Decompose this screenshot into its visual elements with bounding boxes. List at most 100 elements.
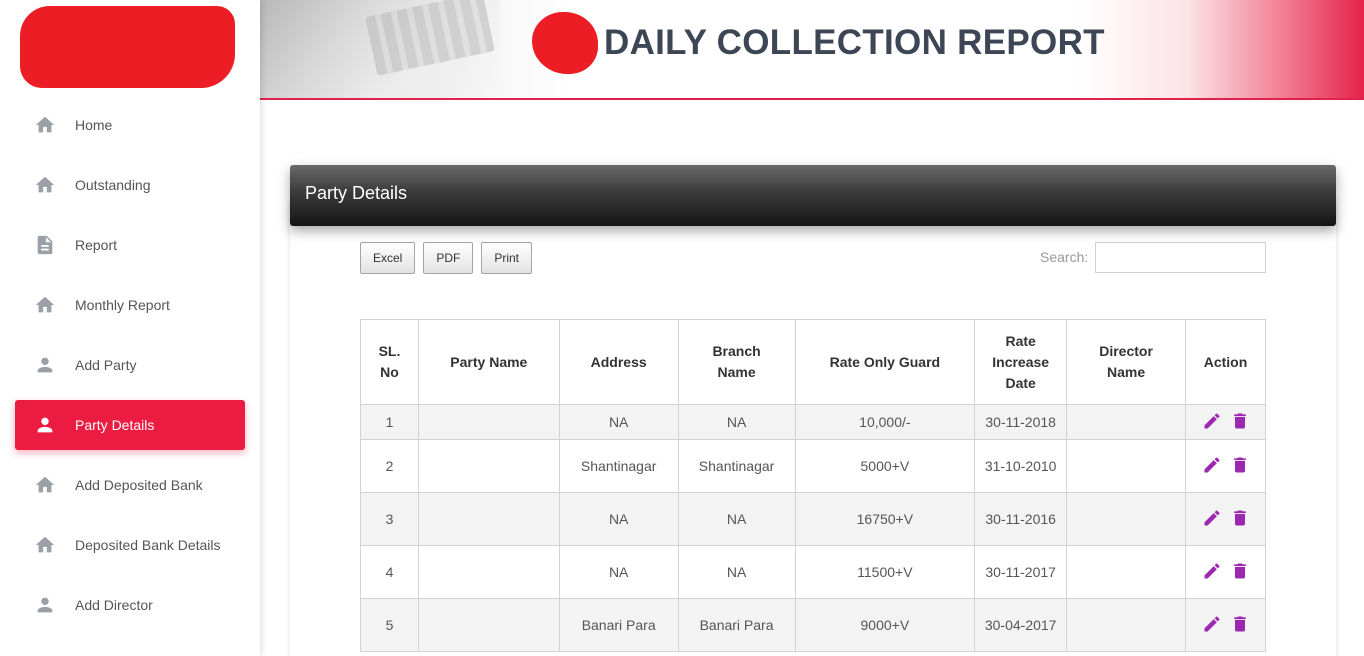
sidebar-item-label: Add Party	[75, 357, 137, 373]
sidebar-nav: Home Outstanding Report Monthly Report A…	[15, 100, 245, 640]
home-icon	[15, 534, 75, 556]
sidebar-item-label: Party Details	[75, 417, 155, 433]
edit-icon[interactable]	[1202, 455, 1222, 475]
column-header-action: Action	[1185, 319, 1266, 405]
cell-sl-no: 5	[360, 598, 419, 652]
delete-icon[interactable]	[1230, 614, 1250, 634]
export-toolbar: Excel PDF Print	[360, 242, 540, 274]
cell-director-name-redacted	[1066, 492, 1186, 546]
column-header-rate-only-guard[interactable]: Rate Only Guard	[794, 319, 976, 405]
cell-rate-only-guard: 5000+V	[794, 439, 976, 493]
column-header-director-name[interactable]: Director Name	[1066, 319, 1186, 405]
column-header-sl-no[interactable]: SL. No	[360, 319, 419, 405]
cell-address: Shantinagar	[558, 439, 679, 493]
page-title: DAILY COLLECTION REPORT	[604, 23, 1105, 62]
header-title-group: DAILY COLLECTION REPORT	[532, 12, 1105, 74]
print-button[interactable]: Print	[481, 242, 533, 274]
cell-party-name-redacted	[417, 439, 560, 493]
cell-branch-name: NA	[677, 404, 796, 440]
home-icon	[15, 474, 75, 496]
edit-icon[interactable]	[1202, 411, 1222, 431]
cell-rate-only-guard: 11500+V	[794, 545, 976, 599]
cell-sl-no: 3	[360, 492, 419, 546]
sidebar-item-label: Outstanding	[75, 177, 151, 193]
sidebar-item-report[interactable]: Report	[15, 220, 245, 270]
cell-address: NA	[558, 492, 679, 546]
cell-branch-name: Shantinagar	[677, 439, 796, 493]
delete-icon[interactable]	[1230, 411, 1250, 431]
cell-sl-no: 2	[360, 439, 419, 493]
document-icon	[15, 234, 75, 256]
cell-party-name-redacted	[417, 492, 560, 546]
cell-rate-increase-date: 31-10-2010	[974, 439, 1068, 493]
cell-director-name-redacted	[1066, 404, 1186, 440]
cell-rate-increase-date: 30-11-2016	[974, 492, 1068, 546]
table-row: 1 NA NA 10,000/- 30-11-2018	[360, 404, 1266, 440]
table-row: 3 NA NA 16750+V 30-11-2016	[360, 492, 1266, 546]
home-icon	[15, 174, 75, 196]
cell-rate-increase-date: 30-04-2017	[974, 598, 1068, 652]
cell-action	[1185, 404, 1266, 440]
sidebar-item-deposited-bank-details[interactable]: Deposited Bank Details	[15, 520, 245, 570]
column-header-address[interactable]: Address	[558, 319, 679, 405]
delete-icon[interactable]	[1230, 508, 1250, 528]
sidebar: Home Outstanding Report Monthly Report A…	[0, 0, 260, 656]
sidebar-item-monthly-report[interactable]: Monthly Report	[15, 280, 245, 330]
sidebar-item-label: Home	[75, 117, 113, 133]
party-table: SL. No Party Name Address Branch Name Rate…	[360, 319, 1266, 652]
person-icon	[15, 354, 75, 376]
cell-branch-name: NA	[677, 545, 796, 599]
title-logo	[532, 12, 598, 74]
cell-rate-only-guard: 9000+V	[794, 598, 976, 652]
header-banner: DAILY COLLECTION REPORT	[260, 0, 1364, 100]
column-header-rate-increase-date[interactable]: Rate Increase Date	[974, 319, 1068, 405]
sidebar-item-add-deposited-bank[interactable]: Add Deposited Bank	[15, 460, 245, 510]
cell-rate-increase-date: 30-11-2018	[974, 404, 1068, 440]
panel-title: Party Details	[305, 183, 408, 203]
person-icon	[15, 414, 75, 436]
pdf-button[interactable]: PDF	[423, 242, 474, 274]
cell-branch-name: Banari Para	[677, 598, 796, 652]
sidebar-item-outstanding[interactable]: Outstanding	[15, 160, 245, 210]
edit-icon[interactable]	[1202, 614, 1222, 634]
search-label: Search:	[1040, 249, 1089, 265]
sidebar-item-add-director[interactable]: Add Director	[15, 580, 245, 630]
cell-director-name-redacted	[1066, 598, 1186, 652]
cell-action	[1185, 598, 1266, 652]
search-input[interactable]	[1095, 242, 1266, 273]
edit-icon[interactable]	[1202, 508, 1222, 528]
excel-button[interactable]: Excel	[360, 242, 416, 274]
column-header-branch-name[interactable]: Branch Name	[677, 319, 796, 405]
delete-icon[interactable]	[1230, 561, 1250, 581]
cell-address: Banari Para	[558, 598, 679, 652]
sidebar-item-add-party[interactable]: Add Party	[15, 340, 245, 390]
cell-address: NA	[558, 545, 679, 599]
cell-rate-only-guard: 16750+V	[794, 492, 976, 546]
cell-branch-name: NA	[677, 492, 796, 546]
cell-director-name-redacted	[1066, 545, 1186, 599]
column-header-party-name[interactable]: Party Name	[417, 319, 560, 405]
panel-header: Party Details	[290, 165, 1336, 226]
cell-action	[1185, 439, 1266, 493]
home-icon	[15, 114, 75, 136]
table-row: 5 Banari Para Banari Para 9000+V 30-04-2…	[360, 598, 1266, 652]
cell-action	[1185, 545, 1266, 599]
edit-icon[interactable]	[1202, 561, 1222, 581]
sidebar-item-label: Add Director	[75, 597, 153, 613]
cell-director-name-redacted	[1066, 439, 1186, 493]
cell-rate-only-guard: 10,000/-	[794, 404, 976, 440]
table-header-row: SL. No Party Name Address Branch Name Rate…	[360, 319, 1266, 405]
cell-address: NA	[558, 404, 679, 440]
sidebar-item-label: Monthly Report	[75, 297, 170, 313]
sidebar-item-label: Deposited Bank Details	[75, 537, 221, 553]
table-row: 2 Shantinagar Shantinagar 5000+V 31-10-2…	[360, 439, 1266, 493]
sidebar-item-label: Add Deposited Bank	[75, 477, 203, 493]
sidebar-item-home[interactable]: Home	[15, 100, 245, 150]
delete-icon[interactable]	[1230, 455, 1250, 475]
sidebar-item-label: Report	[75, 237, 118, 253]
brand-logo[interactable]	[20, 6, 235, 88]
sidebar-item-party-details[interactable]: Party Details	[15, 400, 245, 450]
cell-sl-no: 1	[360, 404, 419, 440]
cell-party-name-redacted	[417, 404, 560, 440]
cell-party-name-redacted	[417, 545, 560, 599]
